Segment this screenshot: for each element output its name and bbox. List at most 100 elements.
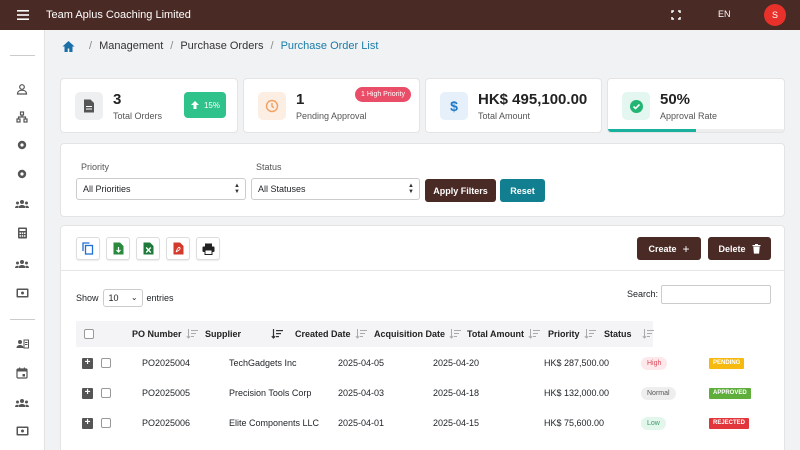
stat-card-total-orders: 3 Total Orders 15%	[60, 78, 238, 133]
column-label: Total Amount	[467, 329, 524, 339]
contact-card-icon[interactable]	[15, 337, 29, 351]
total-amount-label: Total Amount	[478, 111, 531, 121]
page-length-value: 10	[108, 293, 119, 303]
calculator-icon[interactable]	[15, 226, 29, 240]
sort-icon	[449, 329, 462, 339]
status-select[interactable]: All Statuses ▲ ▼	[251, 178, 420, 200]
select-all-checkbox[interactable]	[84, 329, 94, 339]
table-row[interactable]: + PO2025006 Elite Components LLC 2025-04…	[76, 408, 776, 438]
column-acquisition-date[interactable]: Acquisition Date	[374, 329, 462, 339]
approval-progress-bar	[608, 129, 784, 132]
row-checkbox-cell	[101, 348, 111, 378]
calendar-icon[interactable]	[15, 366, 29, 380]
reset-button[interactable]: Reset	[500, 179, 545, 202]
payment-icon[interactable]	[15, 424, 29, 438]
stat-card-total-amount: $ HK$ 495,100.00 Total Amount	[425, 78, 602, 133]
priority-cell: Low	[641, 408, 666, 438]
csv-icon[interactable]	[106, 237, 130, 260]
select-arrows-icon: ▲ ▼	[408, 183, 414, 195]
total-orders-value: 3	[113, 91, 122, 108]
user-avatar[interactable]: S	[764, 4, 786, 26]
select-all-checkbox-cell	[84, 329, 94, 339]
delete-button[interactable]: Delete	[708, 237, 771, 260]
table-header: PO Number Supplier Created Date Acquisit…	[76, 321, 654, 347]
settings-icon[interactable]	[15, 167, 29, 181]
language-switch[interactable]: EN	[718, 9, 731, 19]
app-title: Team Aplus Coaching Limited	[46, 9, 191, 21]
expand-row-icon[interactable]: +	[82, 357, 93, 369]
gear-icon[interactable]	[15, 138, 29, 152]
row-checkbox[interactable]	[101, 388, 111, 398]
approval-rate-label: Approval Rate	[660, 111, 718, 121]
column-label: Created Date	[295, 329, 351, 339]
po-number-cell: PO2025004	[142, 358, 191, 368]
home-icon[interactable]	[62, 40, 75, 53]
supplier-cell: Precision Tools Corp	[229, 388, 312, 398]
search-input[interactable]	[661, 285, 771, 304]
pending-label: Pending Approval	[296, 111, 367, 121]
sort-active-icon[interactable]	[271, 329, 283, 339]
status-badge: REJECTED	[709, 417, 750, 429]
row-checkbox[interactable]	[101, 358, 111, 368]
sort-icon	[185, 329, 198, 339]
trash-icon	[752, 243, 760, 254]
expand-row-icon[interactable]: +	[82, 387, 93, 399]
column-po-number[interactable]: PO Number	[132, 329, 198, 339]
priority-cell: Normal	[641, 378, 676, 408]
amount-cell: HK$ 287,500.00	[544, 358, 610, 368]
column-status[interactable]: Status	[604, 329, 654, 339]
growth-value: 15%	[203, 100, 220, 110]
sort-icon	[583, 329, 596, 339]
column-priority[interactable]: Priority	[548, 329, 596, 339]
table-row[interactable]: + PO2025005 Precision Tools Corp 2025-04…	[76, 378, 776, 408]
print-icon[interactable]	[196, 237, 220, 260]
priority-select-value: All Priorities	[83, 184, 131, 194]
menu-icon[interactable]	[0, 0, 46, 30]
sidebar-divider	[10, 319, 35, 320]
column-label: Supplier	[205, 329, 242, 339]
user-icon[interactable]	[15, 82, 29, 96]
card-divider	[61, 270, 784, 271]
amount-cell: HK$ 75,600.00	[544, 418, 605, 428]
column-supplier[interactable]: Supplier	[205, 329, 241, 339]
priority-select[interactable]: All Priorities ▲ ▼	[76, 178, 246, 200]
table-row[interactable]: + PO2025004 TechGadgets Inc 2025-04-05 2…	[76, 348, 776, 378]
approval-progress-fill	[608, 129, 696, 132]
column-total-amount[interactable]: Total Amount	[467, 329, 540, 339]
breadcrumb-separator: /	[170, 40, 174, 52]
page-length-select[interactable]: 10 ⌄	[102, 289, 143, 307]
document-icon	[75, 92, 103, 120]
row-checkbox-cell	[101, 408, 111, 438]
show-label: Show	[76, 293, 99, 303]
pdf-icon[interactable]	[166, 237, 190, 260]
people-icon[interactable]	[15, 396, 29, 410]
group-icon[interactable]	[15, 257, 29, 271]
stat-card-approval-rate: 50% Approval Rate	[607, 78, 785, 133]
dollar-icon: $	[440, 92, 468, 120]
row-checkbox[interactable]	[101, 418, 111, 428]
stat-card-pending: 1 Pending Approval 1 High Priority	[243, 78, 420, 133]
org-chart-icon[interactable]	[15, 110, 29, 124]
fullscreen-icon[interactable]	[669, 8, 683, 22]
sidebar-divider	[10, 55, 35, 56]
breadcrumb: / Management / Purchase Orders / Purchas…	[62, 39, 378, 53]
expand-row-icon[interactable]: +	[82, 417, 93, 429]
sidebar	[0, 30, 45, 450]
breadcrumb-management[interactable]: Management	[99, 40, 163, 52]
status-badge: PENDING	[709, 357, 745, 369]
create-button[interactable]: Create +	[637, 237, 701, 260]
column-label: Priority	[548, 329, 580, 339]
excel-icon[interactable]	[136, 237, 160, 260]
filter-panel: Priority All Priorities ▲ ▼ Status All St…	[60, 143, 785, 217]
supplier-cell: TechGadgets Inc	[229, 358, 297, 368]
team-icon[interactable]	[15, 197, 29, 211]
priority-pill: Low	[641, 416, 666, 430]
apply-filters-button[interactable]: Apply Filters	[425, 179, 496, 202]
column-label: PO Number	[132, 329, 182, 339]
money-icon[interactable]	[15, 286, 29, 300]
copy-icon[interactable]	[76, 237, 100, 260]
breadcrumb-purchase-orders[interactable]: Purchase Orders	[180, 40, 263, 52]
status-cell: APPROVED	[709, 378, 751, 408]
status-badge: APPROVED	[709, 387, 751, 399]
column-created-date[interactable]: Created Date	[295, 329, 367, 339]
